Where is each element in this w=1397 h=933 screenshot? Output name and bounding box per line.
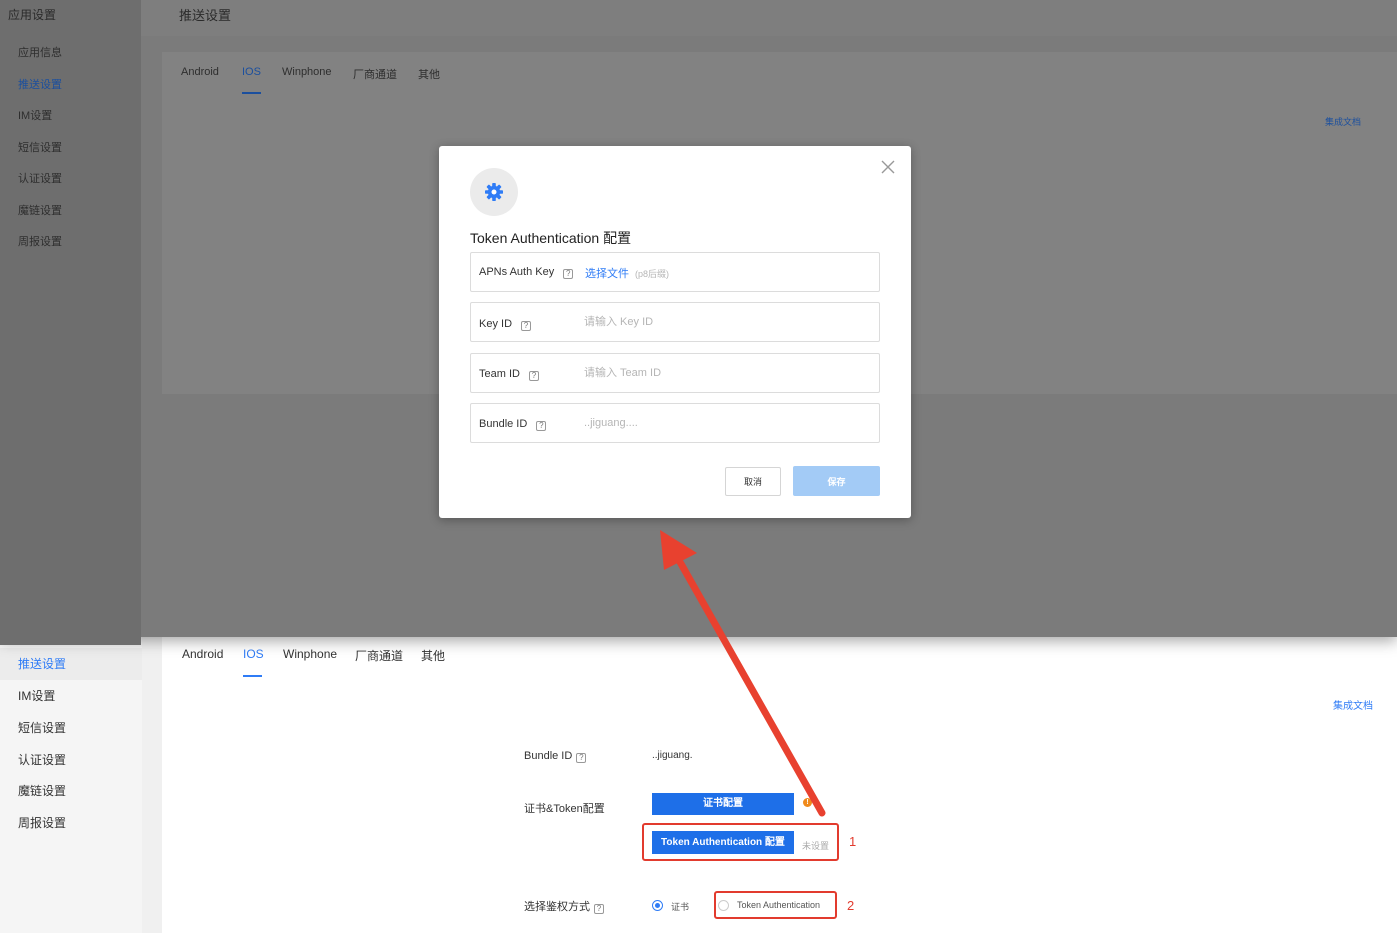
help-icon[interactable]: ? bbox=[594, 904, 604, 914]
token-auth-modal: Token Authentication 配置 APNs Auth Key? 选… bbox=[439, 146, 911, 518]
apns-auth-key-label: APNs Auth Key? bbox=[479, 266, 574, 279]
sidebar-item-weekly[interactable]: 周报设置 bbox=[0, 807, 142, 839]
team-id-label-text: Team ID bbox=[479, 368, 520, 380]
overlay-tab-other[interactable]: 其他 bbox=[418, 66, 440, 82]
modal-title: Token Authentication 配置 bbox=[470, 230, 632, 246]
overlay-tab-vendor-channel[interactable]: 厂商通道 bbox=[353, 66, 397, 82]
help-icon[interactable]: ? bbox=[528, 371, 539, 381]
key-id-label-text: Key ID bbox=[479, 318, 513, 330]
overlay-header: 推送设置 bbox=[141, 0, 1397, 36]
bundle-id-field: Bundle ID? bbox=[470, 403, 880, 443]
apns-auth-key-label-text: APNs Auth Key bbox=[479, 266, 555, 278]
main-content: Android IOS Winphone 厂商通道 其他 集成文档 Bundle… bbox=[162, 637, 1397, 933]
gear-icon bbox=[485, 183, 503, 201]
auth-method-label: 选择鉴权方式? bbox=[524, 898, 604, 914]
overlay-tab-underline bbox=[242, 92, 261, 94]
bundle-id-value: ..jiguang. bbox=[652, 750, 693, 761]
content-gutter bbox=[142, 637, 162, 933]
overlay-sidebar-item-weekly[interactable]: 周报设置 bbox=[18, 233, 62, 249]
overlay-integration-doc-link[interactable]: 集成文档 bbox=[1325, 115, 1361, 128]
sidebar-item-label: 认证设置 bbox=[18, 753, 67, 767]
integration-doc-link[interactable]: 集成文档 bbox=[1333, 697, 1373, 712]
tab-active-underline bbox=[243, 675, 262, 677]
tab-other[interactable]: 其他 bbox=[421, 647, 445, 664]
auth-method-label-text: 选择鉴权方式 bbox=[524, 901, 590, 913]
overlay-tab-winphone[interactable]: Winphone bbox=[282, 66, 332, 78]
annotation-box-1 bbox=[642, 823, 839, 861]
radio-cert-label: 证书 bbox=[671, 902, 690, 912]
apns-auth-key-field: APNs Auth Key? 选择文件 (p8后缀) bbox=[470, 252, 880, 292]
warning-icon: ! bbox=[803, 798, 812, 807]
help-icon[interactable]: ? bbox=[536, 421, 547, 431]
overlay-tab-android[interactable]: Android bbox=[181, 66, 219, 78]
sidebar-item-push[interactable]: 推送设置 bbox=[0, 648, 142, 680]
team-id-field: Team ID? bbox=[470, 353, 880, 393]
overlay-tab-ios[interactable]: IOS bbox=[242, 66, 261, 78]
file-suffix-hint: (p8后缀) bbox=[635, 269, 670, 279]
bundle-id-input[interactable] bbox=[584, 410, 864, 436]
sidebar-item-label: 推送设置 bbox=[18, 657, 67, 671]
overlay-sidebar-item-magic-link[interactable]: 魔链设置 bbox=[18, 202, 62, 218]
overlay-sidebar-item-app-info[interactable]: 应用信息 bbox=[18, 44, 62, 60]
tab-vendor-channel[interactable]: 厂商通道 bbox=[355, 647, 403, 664]
tab-winphone[interactable]: Winphone bbox=[283, 647, 337, 661]
bundle-id-label: Bundle ID? bbox=[479, 418, 547, 431]
choose-file-link[interactable]: 选择文件 bbox=[585, 265, 629, 281]
radio-cert[interactable] bbox=[652, 900, 663, 911]
overlay-sidebar-item-push[interactable]: 推送设置 bbox=[18, 76, 62, 92]
overlay-page-title: 推送设置 bbox=[179, 8, 232, 23]
sidebar-item-label: IM设置 bbox=[18, 689, 56, 703]
help-icon[interactable]: ? bbox=[521, 321, 532, 331]
sidebar-item-magic-link[interactable]: 魔链设置 bbox=[0, 775, 142, 807]
overlay-screenshot: 应用设置 应用信息 推送设置 IM设置 短信设置 认证设置 魔链设置 周报设置 … bbox=[0, 0, 1397, 645]
sidebar-item-auth[interactable]: 认证设置 bbox=[0, 744, 142, 776]
team-id-input[interactable] bbox=[584, 360, 864, 386]
annotation-number-1: 1 bbox=[849, 834, 857, 849]
sidebar-item-im[interactable]: IM设置 bbox=[0, 680, 142, 712]
bundle-id-label-text: Bundle ID bbox=[524, 750, 573, 762]
close-icon[interactable] bbox=[879, 158, 897, 176]
annotation-number-2: 2 bbox=[847, 898, 855, 913]
help-icon[interactable]: ? bbox=[576, 753, 587, 763]
tab-ios[interactable]: IOS bbox=[243, 647, 264, 661]
bundle-id-label: Bundle ID? bbox=[524, 750, 587, 763]
overlay-sidebar-item-sms[interactable]: 短信设置 bbox=[18, 139, 62, 155]
bundle-id-label-text: Bundle ID bbox=[479, 418, 528, 430]
cert-config-button[interactable]: 证书配置 bbox=[652, 793, 794, 815]
modal-icon-circle bbox=[470, 168, 518, 216]
key-id-field: Key ID? bbox=[470, 302, 880, 342]
key-id-input[interactable] bbox=[584, 309, 864, 335]
overlay-sidebar-item-auth[interactable]: 认证设置 bbox=[18, 170, 62, 186]
sidebar-item-label: 周报设置 bbox=[18, 816, 67, 830]
overlay-sidebar: 应用设置 应用信息 推送设置 IM设置 短信设置 认证设置 魔链设置 周报设置 bbox=[0, 0, 141, 645]
overlay-sidebar-item-im[interactable]: IM设置 bbox=[18, 107, 52, 123]
help-icon[interactable]: ? bbox=[563, 269, 574, 279]
annotation-box-2 bbox=[714, 891, 837, 919]
sidebar-item-label: 魔链设置 bbox=[18, 784, 67, 798]
save-button[interactable]: 保存 bbox=[793, 466, 880, 496]
team-id-label: Team ID? bbox=[479, 368, 539, 381]
sidebar-item-label: 短信设置 bbox=[18, 721, 67, 735]
cert-token-label: 证书&Token配置 bbox=[524, 803, 605, 815]
tab-android[interactable]: Android bbox=[182, 647, 223, 661]
key-id-label: Key ID? bbox=[479, 318, 532, 331]
cancel-button[interactable]: 取消 bbox=[725, 467, 781, 496]
overlay-sidebar-title: 应用设置 bbox=[8, 8, 57, 22]
sidebar-item-sms[interactable]: 短信设置 bbox=[0, 712, 142, 744]
